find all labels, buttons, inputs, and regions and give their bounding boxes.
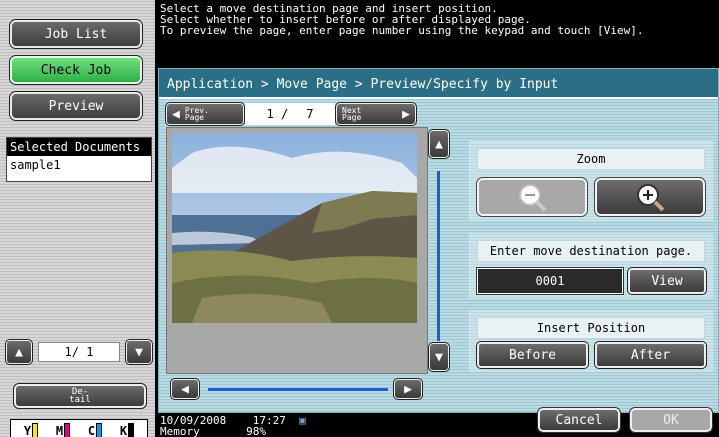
prev-page-button[interactable]: ◀ Prev. Page bbox=[165, 102, 245, 126]
cancel-button[interactable]: Cancel bbox=[537, 407, 621, 433]
status-bar: 10/09/2008 17:27 ▣ Memory 98% bbox=[160, 415, 306, 437]
preview-button[interactable]: Preview bbox=[9, 91, 143, 121]
toner-black: K bbox=[120, 423, 135, 437]
detail-button[interactable]: De-tail bbox=[13, 383, 147, 409]
arrow-down-icon: ▼ bbox=[435, 349, 443, 365]
page-down-button[interactable]: ▼ bbox=[125, 339, 153, 365]
network-icon: ▣ bbox=[299, 414, 306, 427]
insert-position-section: Insert Position Before After bbox=[469, 310, 713, 372]
destination-title: Enter move destination page. bbox=[477, 240, 705, 262]
preview-page-total: 7 bbox=[306, 107, 314, 121]
preview-image bbox=[172, 133, 417, 323]
arrow-right-icon: ▶ bbox=[402, 106, 410, 122]
check-job-button[interactable]: Check Job bbox=[9, 55, 143, 85]
detail-label-line2: tail bbox=[69, 395, 91, 405]
memory-value: 98% bbox=[246, 425, 266, 437]
zoom-title: Zoom bbox=[477, 148, 705, 170]
page-preview bbox=[166, 127, 428, 374]
horizontal-scrollbar[interactable]: ◀ ▶ bbox=[166, 376, 428, 402]
document-page-current: 1/ bbox=[64, 345, 79, 359]
vertical-scrollbar[interactable]: ▲ ▼ bbox=[428, 127, 450, 374]
selected-documents-header: Selected Documents bbox=[7, 138, 151, 156]
scroll-left-button[interactable]: ◀ bbox=[170, 378, 200, 400]
destination-page-input[interactable]: 0001 bbox=[476, 267, 624, 295]
arrow-left-icon: ◀ bbox=[172, 106, 180, 122]
instruction-message: Select a move destination page and inser… bbox=[160, 3, 716, 36]
arrow-right-icon: ▶ bbox=[404, 381, 412, 397]
job-list-button[interactable]: Job List bbox=[9, 19, 143, 49]
document-page-total: 1 bbox=[86, 345, 94, 359]
toner-magenta: M bbox=[56, 423, 71, 437]
scroll-right-button[interactable]: ▶ bbox=[393, 378, 423, 400]
toner-yellow: Y bbox=[24, 423, 39, 437]
document-page-indicator: 1/ 1 bbox=[38, 342, 120, 362]
zoom-section: Zoom bbox=[469, 141, 713, 221]
arrow-down-icon: ▼ bbox=[135, 344, 143, 360]
document-pager: ▲ 1/ 1 ▼ bbox=[5, 339, 153, 365]
instruction-line-3: To preview the page, enter page number u… bbox=[160, 24, 644, 37]
arrow-up-icon: ▲ bbox=[15, 344, 23, 360]
view-button[interactable]: View bbox=[627, 267, 707, 295]
coastline-photo bbox=[172, 133, 417, 323]
vertical-scroll-track[interactable] bbox=[437, 171, 440, 341]
page-navigation: ◀ Prev. Page 1 / 7 Next Page ▶ bbox=[165, 102, 429, 126]
toner-levels: Y M C K bbox=[10, 419, 148, 437]
next-page-label: Next Page bbox=[342, 106, 362, 122]
prev-page-label: Prev. Page bbox=[184, 106, 209, 122]
horizontal-scroll-track[interactable] bbox=[208, 388, 388, 391]
zoom-out-icon bbox=[519, 184, 547, 212]
preview-page-current: 1 / bbox=[266, 107, 289, 121]
selected-documents-list: Selected Documents sample1 bbox=[6, 137, 152, 182]
move-page-panel: Application > Move Page > Preview/Specif… bbox=[158, 68, 719, 413]
destination-section: Enter move destination page. 0001 View bbox=[469, 233, 713, 299]
memory-label: Memory bbox=[160, 425, 200, 437]
page-up-button[interactable]: ▲ bbox=[5, 339, 33, 365]
arrow-left-icon: ◀ bbox=[181, 381, 189, 397]
zoom-in-button[interactable] bbox=[594, 177, 706, 217]
preview-page-indicator: 1 / 7 bbox=[245, 103, 335, 125]
insert-after-button[interactable]: After bbox=[594, 341, 707, 369]
toner-cyan: C bbox=[88, 423, 103, 437]
next-page-button[interactable]: Next Page ▶ bbox=[335, 102, 417, 126]
ok-button[interactable]: OK bbox=[629, 407, 713, 433]
zoom-in-icon bbox=[637, 184, 665, 212]
breadcrumb: Application > Move Page > Preview/Specif… bbox=[159, 69, 718, 99]
left-sidebar: Job List Check Job Preview Selected Docu… bbox=[0, 0, 155, 437]
scroll-down-button[interactable]: ▼ bbox=[428, 342, 450, 372]
zoom-out-button[interactable] bbox=[476, 177, 588, 217]
insert-position-title: Insert Position bbox=[477, 317, 705, 339]
insert-before-button[interactable]: Before bbox=[476, 341, 589, 369]
scroll-up-button[interactable]: ▲ bbox=[428, 129, 450, 159]
arrow-up-icon: ▲ bbox=[435, 136, 443, 152]
list-item[interactable]: sample1 bbox=[7, 156, 151, 174]
